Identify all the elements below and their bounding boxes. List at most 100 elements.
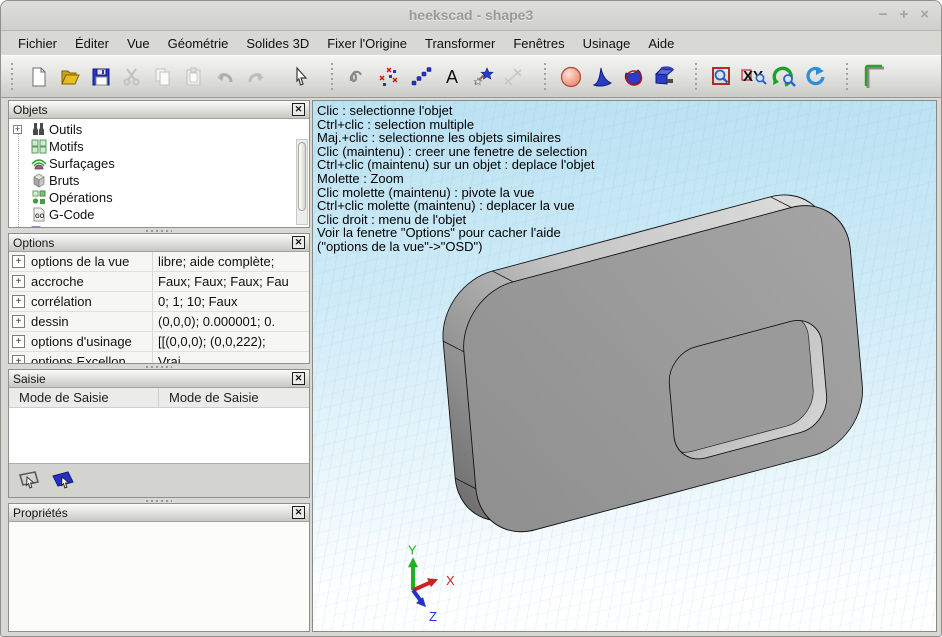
redraw-icon [803,65,829,89]
minimize-button[interactable]: − [879,6,888,24]
partial-item-icon [31,224,47,227]
option-row-correlation[interactable]: + corrélation 0; 1; 10; Faux [9,292,309,312]
menu-aide[interactable]: Aide [639,33,683,54]
save-button[interactable] [85,60,116,94]
tree-item-gcode[interactable]: GO G-Code [9,206,309,223]
tree-item-label: Motifs [49,139,84,154]
scrollbar-thumb[interactable] [298,142,306,211]
tree-item-motifs[interactable]: Motifs [9,138,309,155]
option-name: dessin [31,312,153,331]
new-file-button[interactable] [23,60,54,94]
surfacing-icon [31,156,47,171]
select-button[interactable] [285,60,316,94]
objects-panel-close-icon[interactable]: ✕ [292,103,305,116]
splitter-grip-icon [146,500,172,502]
tree-item-outils[interactable]: + Outils [9,121,309,138]
expand-icon[interactable]: + [12,295,25,308]
menu-usinage[interactable]: Usinage [574,33,640,54]
properties-panel-body [9,522,309,631]
cylinder-button[interactable] [618,60,649,94]
tree-item-partial[interactable] [9,223,309,227]
dimension-button[interactable] [498,60,529,94]
objects-tree: + Outils Motifs Surfaçages Bruts [9,119,309,227]
copy-button[interactable] [147,60,178,94]
wizard-button[interactable] [467,60,498,94]
option-row-vue[interactable]: + options de la vue libre; aide complète… [9,252,309,272]
expand-icon[interactable]: + [12,255,25,268]
extrude-box-button[interactable] [649,60,680,94]
option-name: options Excellon [31,352,153,364]
toolbar-drag-handle[interactable] [694,63,698,91]
redo-button[interactable] [240,60,271,94]
options-panel-title: Options [13,236,54,250]
zoom-window-button[interactable] [707,60,738,94]
menu-solides-3d[interactable]: Solides 3D [237,33,318,54]
expand-icon[interactable]: + [12,275,25,288]
menu-transformer[interactable]: Transformer [416,33,504,54]
cut-button[interactable] [116,60,147,94]
viewport-3d[interactable]: Y X Z Clic : selectionne l'objet Ctrl+cl… [312,100,937,632]
option-row-dessin[interactable]: + dessin (0,0,0); 0.000001; 0. [9,312,309,332]
options-panel-close-icon[interactable]: ✕ [292,236,305,249]
expand-icon[interactable]: + [13,125,22,134]
view-xy-button[interactable]: XY [738,60,769,94]
drag-mode-icon[interactable] [51,469,77,493]
tree-item-operations[interactable]: Opérations [9,189,309,206]
option-row-accroche[interactable]: + accroche Faux; Faux; Faux; Fau [9,272,309,292]
help-line: Clic droit : menu de l'objet [317,213,594,227]
objects-scrollbar[interactable] [296,139,308,225]
input-panel-body [9,408,309,463]
pick-mode-icon[interactable] [17,469,43,493]
open-file-button[interactable] [54,60,85,94]
expand-icon[interactable]: + [12,335,25,348]
maximize-button[interactable]: + [899,6,908,24]
expand-icon[interactable]: + [12,355,25,364]
tree-item-label: Bruts [49,173,79,188]
points-icon [378,66,402,88]
objects-panel-title: Objets [13,103,48,117]
menu-fixer-origine[interactable]: Fixer l'Origine [318,33,416,54]
expand-icon[interactable]: + [12,315,25,328]
sketch-button[interactable] [343,60,374,94]
close-button[interactable]: × [920,6,929,24]
extrude-box-icon [652,65,678,89]
help-line: Ctrl+clic molette (maintenu) : deplacer … [317,199,594,213]
sphere-button[interactable] [556,60,587,94]
undo-button[interactable] [209,60,240,94]
title-bar[interactable]: heekscad - shape3 − + × [1,1,941,31]
help-line: Clic molette (maintenu) : pivote la vue [317,186,594,200]
properties-panel-close-icon[interactable]: ✕ [292,506,305,519]
splitter-grip-icon [146,230,172,232]
axis-x-label: X [446,573,455,588]
points-button[interactable] [374,60,405,94]
toolbar-drag-handle[interactable] [845,63,849,91]
rotate-view-button[interactable] [769,60,800,94]
input-mode-col1[interactable]: Mode de Saisie [9,388,159,407]
option-row-usinage[interactable]: + options d'usinage [[(0,0,0); (0,0,222)… [9,332,309,352]
menu-editer[interactable]: Éditer [66,33,118,54]
menu-fenetres[interactable]: Fenêtres [504,33,573,54]
help-line: Ctrl+clic (maintenu) sur un objet : depl… [317,158,594,172]
polyline-button[interactable] [405,60,436,94]
input-mode-col2[interactable]: Mode de Saisie [159,388,309,407]
help-line: ("options de la vue"->"OSD") [317,240,594,254]
gcode-icon: GO [31,207,47,222]
menu-vue[interactable]: Vue [118,33,159,54]
tree-item-surfacages[interactable]: Surfaçages [9,155,309,172]
option-row-excellon[interactable]: + options Excellon Vrai [9,352,309,364]
input-panel-close-icon[interactable]: ✕ [292,372,305,385]
input-panel-titlebar: Saisie ✕ [9,370,309,388]
toolbar-drag-handle[interactable] [543,63,547,91]
toolbar-drag-handle[interactable] [330,63,334,91]
undo-icon [213,66,237,88]
paste-button[interactable] [178,60,209,94]
toolbar-drag-handle[interactable] [10,63,14,91]
menu-geometrie[interactable]: Géométrie [159,33,238,54]
redraw-button[interactable] [800,60,831,94]
input-toolbar [9,463,309,497]
cone-button[interactable] [587,60,618,94]
corner-button[interactable] [858,60,889,94]
menu-fichier[interactable]: Fichier [9,33,66,54]
tree-item-bruts[interactable]: Bruts [9,172,309,189]
text-button[interactable]: A [436,60,467,94]
